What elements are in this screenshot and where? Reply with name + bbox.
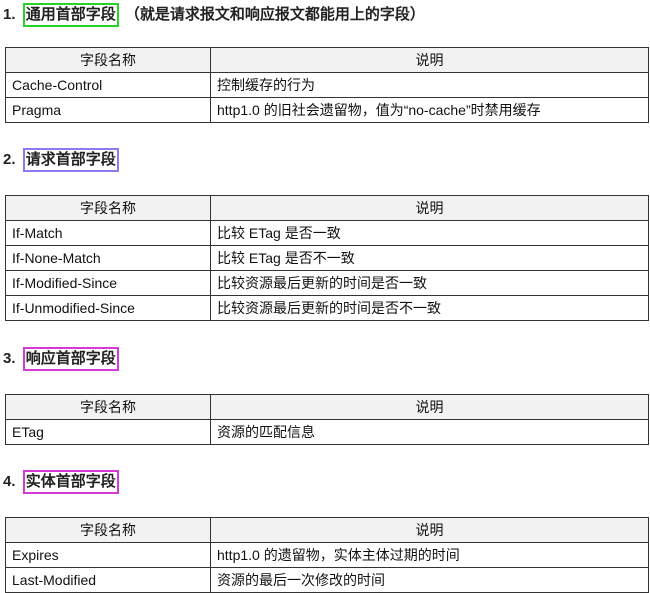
- field-desc: 比较资源最后更新的时间是否不一致: [210, 295, 649, 321]
- section-3-heading: 3. 响应首部字段: [3, 347, 119, 373]
- table-row: If-Unmodified-Since 比较资源最后更新的时间是否不一致: [5, 295, 649, 321]
- response-header-table: 字段名称 说明 ETag 资源的匹配信息: [5, 394, 649, 445]
- table-header-row: 字段名称 说明: [5, 47, 649, 73]
- section-number: 1.: [3, 6, 16, 24]
- field-desc: 资源的匹配信息: [210, 419, 649, 445]
- field-name: Last-Modified: [5, 567, 211, 593]
- table-row: If-Modified-Since 比较资源最后更新的时间是否一致: [5, 270, 649, 296]
- table-row: If-Match 比较 ETag 是否一致: [5, 220, 649, 246]
- column-header-desc: 说明: [210, 394, 649, 420]
- general-header-table: 字段名称 说明 Cache-Control 控制缓存的行为 Pragma htt…: [5, 47, 649, 123]
- field-name: ETag: [5, 419, 211, 445]
- field-desc: 控制缓存的行为: [210, 72, 649, 98]
- column-header-name: 字段名称: [5, 517, 211, 543]
- table-row: Expires http1.0 的遗留物，实体主体过期的时间: [5, 542, 649, 568]
- section-note: （就是请求报文和响应报文都能用上的字段）: [124, 6, 425, 24]
- column-header-desc: 说明: [210, 195, 649, 221]
- section-2-heading: 2. 请求首部字段: [3, 148, 119, 174]
- field-name: If-Modified-Since: [5, 270, 211, 296]
- field-desc: http1.0 的旧社会遗留物，值为“no-cache”时禁用缓存: [210, 97, 649, 123]
- field-desc: 比较 ETag 是否一致: [210, 220, 649, 246]
- section-number: 3.: [3, 350, 16, 368]
- column-header-desc: 说明: [210, 47, 649, 73]
- field-desc: 比较 ETag 是否不一致: [210, 245, 649, 271]
- section-1-heading: 1. 通用首部字段 （就是请求报文和响应报文都能用上的字段）: [3, 3, 425, 29]
- field-desc: 比较资源最后更新的时间是否一致: [210, 270, 649, 296]
- table-row: ETag 资源的匹配信息: [5, 419, 649, 445]
- field-name: Expires: [5, 542, 211, 568]
- table-row: Last-Modified 资源的最后一次修改的时间: [5, 567, 649, 593]
- field-name: If-Match: [5, 220, 211, 246]
- section-4-heading: 4. 实体首部字段: [3, 470, 119, 496]
- table-row: If-None-Match 比较 ETag 是否不一致: [5, 245, 649, 271]
- entity-header-table: 字段名称 说明 Expires http1.0 的遗留物，实体主体过期的时间 L…: [5, 517, 649, 593]
- field-name: If-Unmodified-Since: [5, 295, 211, 321]
- section-title: 响应首部字段: [22, 347, 119, 372]
- section-title: 通用首部字段: [22, 3, 119, 28]
- field-desc: http1.0 的遗留物，实体主体过期的时间: [210, 542, 649, 568]
- table-row: Cache-Control 控制缓存的行为: [5, 72, 649, 98]
- column-header-name: 字段名称: [5, 195, 211, 221]
- section-number: 4.: [3, 473, 16, 491]
- table-row: Pragma http1.0 的旧社会遗留物，值为“no-cache”时禁用缓存: [5, 97, 649, 123]
- column-header-name: 字段名称: [5, 47, 211, 73]
- section-title: 实体首部字段: [22, 470, 119, 495]
- field-name: Pragma: [5, 97, 211, 123]
- column-header-name: 字段名称: [5, 394, 211, 420]
- field-name: Cache-Control: [5, 72, 211, 98]
- section-title: 请求首部字段: [22, 148, 119, 173]
- section-number: 2.: [3, 151, 16, 169]
- table-header-row: 字段名称 说明: [5, 394, 649, 420]
- field-desc: 资源的最后一次修改的时间: [210, 567, 649, 593]
- field-name: If-None-Match: [5, 245, 211, 271]
- table-header-row: 字段名称 说明: [5, 195, 649, 221]
- request-header-table: 字段名称 说明 If-Match 比较 ETag 是否一致 If-None-Ma…: [5, 195, 649, 321]
- table-header-row: 字段名称 说明: [5, 517, 649, 543]
- column-header-desc: 说明: [210, 517, 649, 543]
